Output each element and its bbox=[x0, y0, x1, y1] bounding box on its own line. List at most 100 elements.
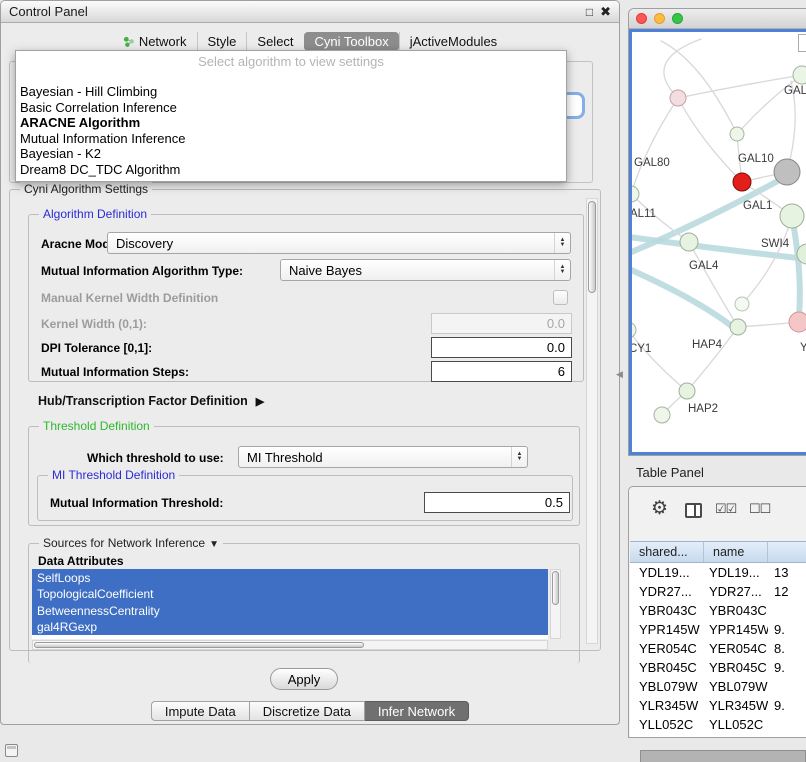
algorithm-option-basic-correlation-inference[interactable]: Basic Correlation Inference bbox=[16, 100, 566, 116]
network-edge[interactable] bbox=[632, 98, 678, 194]
algorithm-option-mutual-information-inference[interactable]: Mutual Information Inference bbox=[16, 131, 566, 147]
network-node[interactable] bbox=[735, 297, 749, 311]
data-attributes-list[interactable]: SelfLoopsTopologicalCoefficientBetweenne… bbox=[32, 569, 548, 639]
bottom-tab-discretize-data[interactable]: Discretize Data bbox=[250, 701, 365, 721]
kernel-width-field[interactable]: 0.0 bbox=[431, 313, 572, 334]
attributes-list-hscrollbar[interactable] bbox=[32, 640, 548, 650]
attribute-item-selfloops[interactable]: SelfLoops bbox=[32, 569, 548, 586]
table-row[interactable]: YLR345WYLR345W9. bbox=[630, 696, 806, 715]
table-cell: YBL079W bbox=[630, 677, 704, 696]
network-node[interactable] bbox=[654, 407, 670, 423]
cyni-algorithm-settings-group: Cyni Algorithm Settings Algorithm Defini… bbox=[9, 189, 601, 651]
threshold-definition-group: Threshold Definition Which threshold to … bbox=[28, 426, 580, 526]
select-all-columns-icon[interactable]: ☑☑ bbox=[715, 501, 736, 517]
algorithm-option-aracne-algorithm[interactable]: ARACNE Algorithm bbox=[16, 115, 566, 131]
network-edge[interactable] bbox=[742, 216, 792, 304]
mi-steps-field[interactable]: 6 bbox=[431, 361, 572, 382]
bottom-tab-infer-network[interactable]: Infer Network bbox=[365, 701, 469, 721]
float-window-icon[interactable]: □ bbox=[586, 5, 593, 19]
table-row[interactable]: YDR27...YDR27...12 bbox=[630, 582, 806, 601]
table-cell: YLL052C bbox=[630, 715, 704, 734]
zoom-traffic-light[interactable] bbox=[672, 13, 683, 24]
dpi-tolerance-label: DPI Tolerance [0,1]: bbox=[41, 341, 152, 355]
tab-style[interactable]: Style bbox=[197, 32, 247, 51]
mi-threshold-label: Mutual Information Threshold: bbox=[50, 496, 223, 510]
panel-collapse-arrow[interactable]: ◀ bbox=[616, 369, 623, 380]
attributes-list-scrollbar[interactable] bbox=[550, 569, 561, 639]
network-node[interactable] bbox=[793, 66, 806, 84]
minimize-traffic-light[interactable] bbox=[654, 13, 665, 24]
network-node[interactable] bbox=[680, 233, 698, 251]
unselect-all-columns-icon[interactable]: ☐☐ bbox=[749, 501, 770, 517]
mi-threshold-field[interactable]: 0.5 bbox=[424, 492, 570, 513]
network-canvas[interactable]: GAL80GAL10GAL11GAL1SWI4GAL4GCY1HAP4HAP2G… bbox=[629, 29, 806, 455]
column-header-name[interactable]: name bbox=[704, 542, 768, 562]
manual-kernel-checkbox[interactable] bbox=[553, 290, 568, 305]
which-threshold-select[interactable]: MI Threshold ▲▼ bbox=[238, 446, 528, 468]
algorithm-option-bayesian-hill-climbing[interactable]: Bayesian - Hill Climbing bbox=[16, 84, 566, 100]
aracne-mode-select[interactable]: Discovery ▲▼ bbox=[107, 232, 571, 254]
column-header-shared-[interactable]: shared... bbox=[630, 542, 704, 562]
combo-arrows-icon: ▲▼ bbox=[554, 260, 570, 280]
column-header-2[interactable] bbox=[768, 542, 806, 562]
table-row[interactable]: YBR043CYBR043C bbox=[630, 601, 806, 620]
table-cell bbox=[768, 715, 806, 734]
table-cell bbox=[768, 677, 806, 696]
algorithm-option-dream8-dc-tdc-algorithm[interactable]: Dream8 DC_TDC Algorithm bbox=[16, 162, 566, 178]
network-edge[interactable] bbox=[678, 98, 742, 182]
attribute-item-topologicalcoefficient[interactable]: TopologicalCoefficient bbox=[32, 586, 548, 603]
algorithm-option-bayesian-k2[interactable]: Bayesian - K2 bbox=[16, 146, 566, 162]
network-node[interactable] bbox=[670, 90, 686, 106]
table-row[interactable]: YPR145WYPR145W9. bbox=[630, 620, 806, 639]
network-node[interactable] bbox=[730, 127, 744, 141]
table-row[interactable]: YBL079WYBL079W bbox=[630, 677, 806, 696]
network-node[interactable] bbox=[733, 173, 751, 191]
table-row[interactable]: YER054CYER054C8. bbox=[630, 639, 806, 658]
close-icon[interactable]: ✖ bbox=[600, 4, 611, 20]
table-row[interactable]: YBR045CYBR045C9. bbox=[630, 658, 806, 677]
tab-label: Cyni Toolbox bbox=[315, 34, 389, 49]
mi-type-select[interactable]: Naive Bayes ▲▼ bbox=[280, 259, 571, 281]
hub-definition-toggle[interactable]: Hub/Transcription Factor Definition▶ bbox=[38, 394, 264, 408]
network-node[interactable] bbox=[679, 383, 695, 399]
node-label-gal11: GAL11 bbox=[632, 208, 656, 220]
network-node[interactable] bbox=[632, 186, 639, 202]
network-node[interactable] bbox=[632, 322, 636, 338]
tab-jactivemodules[interactable]: jActiveModules bbox=[399, 32, 507, 51]
node-label-gal10: GAL10 bbox=[738, 153, 774, 165]
network-node[interactable] bbox=[780, 204, 804, 228]
network-edge[interactable] bbox=[794, 228, 800, 317]
network-edge[interactable] bbox=[687, 327, 738, 391]
gear-icon[interactable]: ⚙ bbox=[651, 497, 668, 520]
attributes-list-hscrollbar-thumb[interactable] bbox=[34, 642, 364, 648]
sources-title[interactable]: Sources for Network Inference▼ bbox=[39, 536, 223, 550]
network-edge[interactable] bbox=[632, 330, 687, 391]
collapsed-panel-icon[interactable] bbox=[5, 744, 18, 757]
tab-network[interactable]: Network bbox=[113, 32, 197, 51]
attribute-item-gal4rgexp[interactable]: gal4RGexp bbox=[32, 619, 548, 636]
table-row[interactable]: YLL052CYLL052C bbox=[630, 715, 806, 734]
settings-scrollbar[interactable] bbox=[586, 198, 598, 644]
network-node[interactable] bbox=[789, 312, 806, 332]
table-cell: YER054C bbox=[704, 639, 768, 658]
tab-cyni-toolbox[interactable]: Cyni Toolbox bbox=[304, 32, 399, 51]
network-window-titlebar bbox=[629, 9, 806, 29]
node-label-swi4: SWI4 bbox=[761, 238, 790, 250]
tab-select[interactable]: Select bbox=[246, 32, 303, 51]
apply-button[interactable]: Apply bbox=[270, 668, 338, 690]
node-label-hap4: HAP4 bbox=[692, 339, 723, 351]
settings-scrollbar-thumb[interactable] bbox=[588, 201, 596, 293]
attribute-item-betweennesscentrality[interactable]: BetweennessCentrality bbox=[32, 602, 548, 619]
tab-label: Select bbox=[257, 34, 293, 49]
network-node[interactable] bbox=[774, 159, 800, 185]
dpi-tolerance-field[interactable]: 0.0 bbox=[431, 337, 572, 358]
table-row[interactable]: YDL19...YDL19...13 bbox=[630, 563, 806, 582]
show-columns-icon[interactable] bbox=[685, 503, 702, 518]
bottom-tab-impute-data[interactable]: Impute Data bbox=[151, 701, 250, 721]
attributes-list-scrollbar-thumb[interactable] bbox=[552, 571, 559, 605]
birdseye-toggle[interactable] bbox=[798, 34, 806, 52]
network-node[interactable] bbox=[730, 319, 746, 335]
manual-kernel-label: Manual Kernel Width Definition bbox=[41, 291, 218, 305]
table-cell: YBR043C bbox=[704, 601, 768, 620]
close-traffic-light[interactable] bbox=[636, 13, 647, 24]
